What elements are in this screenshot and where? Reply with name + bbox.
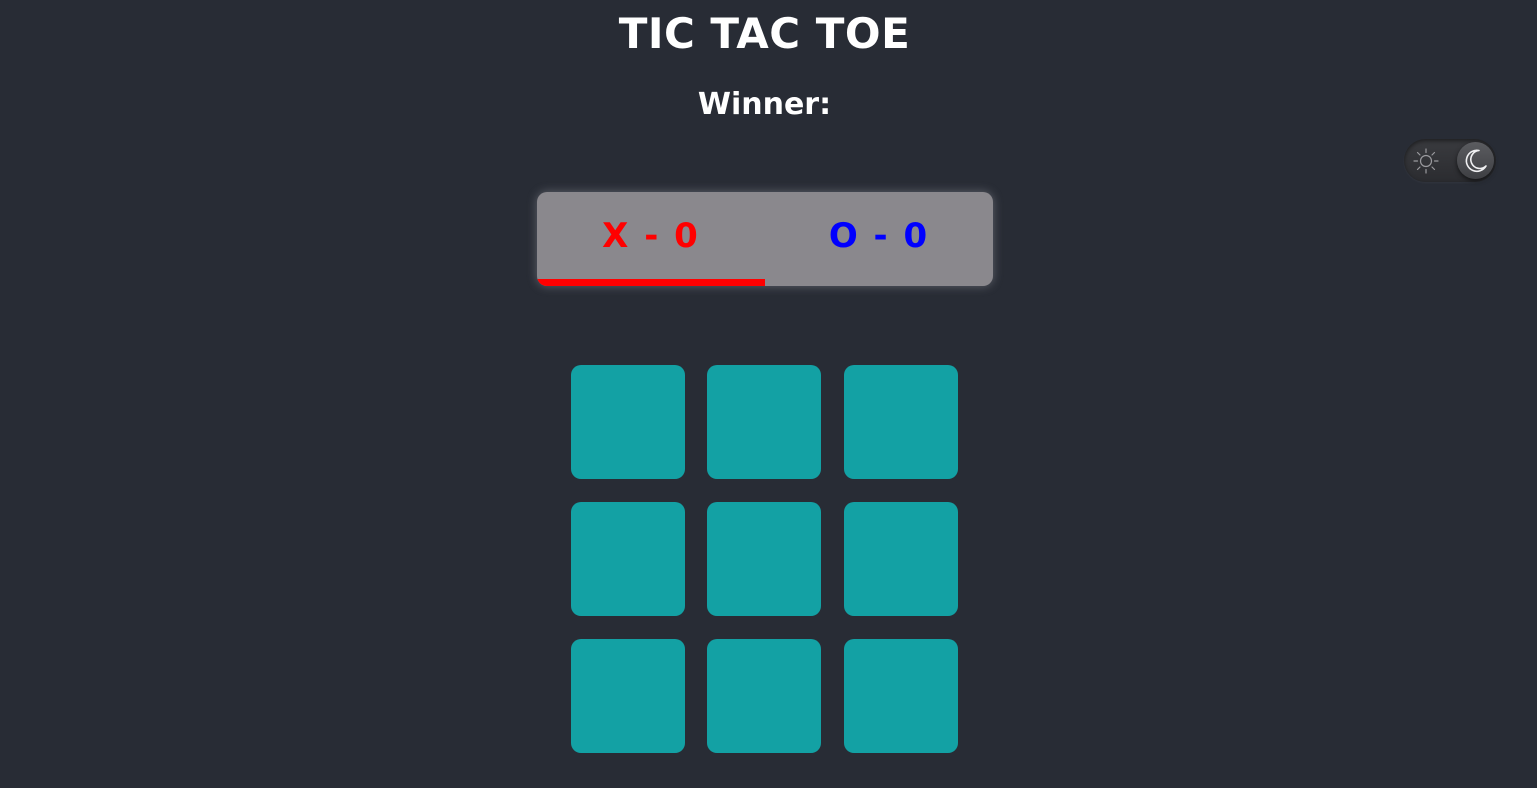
sun-icon bbox=[1413, 148, 1439, 174]
page: TIC TAC TOE Winner: X - 0 O - 0 bbox=[0, 0, 1537, 788]
scoreboard: X - 0 O - 0 bbox=[537, 192, 993, 286]
current-turn-indicator bbox=[537, 279, 765, 286]
board-cell-2[interactable] bbox=[707, 365, 821, 479]
moon-icon bbox=[1465, 149, 1487, 173]
board-cell-3[interactable] bbox=[844, 365, 958, 479]
board-cell-5[interactable] bbox=[707, 502, 821, 616]
board-cell-4[interactable] bbox=[571, 502, 685, 616]
winner-label: Winner: bbox=[697, 87, 832, 122]
toggle-knob[interactable] bbox=[1457, 142, 1494, 179]
board-cell-1[interactable] bbox=[571, 365, 685, 479]
board-cell-7[interactable] bbox=[571, 639, 685, 753]
board-cell-9[interactable] bbox=[844, 639, 958, 753]
x-score: X - 0 bbox=[602, 216, 700, 256]
o-score: O - 0 bbox=[828, 216, 930, 256]
page-title: TIC TAC TOE bbox=[618, 9, 911, 58]
theme-toggle[interactable] bbox=[1404, 139, 1496, 182]
board-cell-8[interactable] bbox=[707, 639, 821, 753]
board-cell-6[interactable] bbox=[844, 502, 958, 616]
game-board bbox=[571, 365, 958, 753]
